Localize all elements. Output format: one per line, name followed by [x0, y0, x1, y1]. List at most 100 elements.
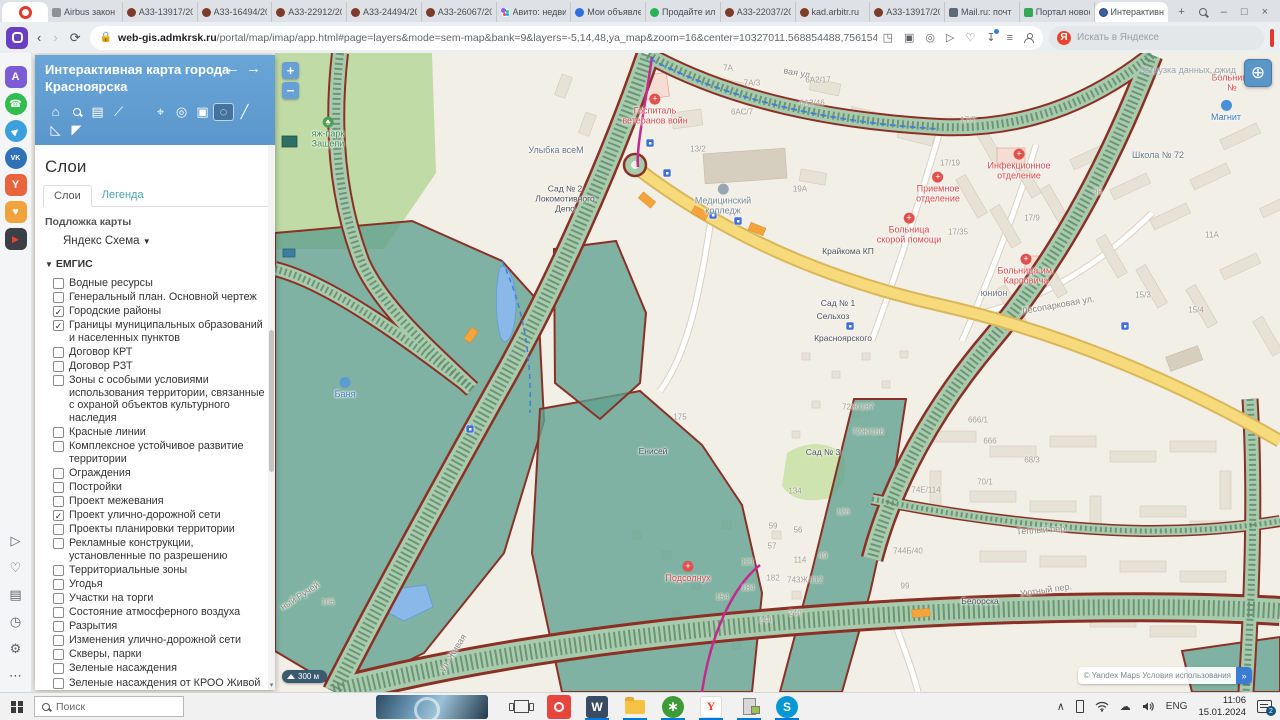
- taskbar-opera[interactable]: [540, 693, 578, 720]
- home-icon[interactable]: ⌂: [45, 103, 66, 121]
- onedrive-cloud-icon[interactable]: ☁: [1120, 700, 1131, 713]
- layer-row[interactable]: Состояние атмосферного воздуха: [43, 606, 271, 619]
- play-circle-icon[interactable]: ▷: [5, 530, 27, 552]
- task-view-button[interactable]: [502, 693, 540, 720]
- panel-scrollbar[interactable]: ▾: [268, 145, 275, 690]
- taskbar-skype[interactable]: S: [768, 693, 806, 720]
- url-field[interactable]: 🔒 web-gis.admkrsk.ru/portal/map/imap/app…: [90, 26, 1043, 50]
- layer-checkbox[interactable]: [53, 678, 64, 689]
- layer-row[interactable]: Проект межевания: [43, 495, 271, 508]
- aria-icon[interactable]: A: [5, 66, 27, 88]
- layer-row[interactable]: Проекты планировки территории: [43, 523, 271, 536]
- browser-tab[interactable]: А33-16494/20: [198, 2, 273, 22]
- layer-checkbox[interactable]: ✓: [53, 320, 64, 331]
- attribution-more-button[interactable]: »: [1236, 667, 1252, 684]
- flow-icon[interactable]: ▷: [946, 31, 954, 44]
- yandex-icon[interactable]: Y: [5, 174, 27, 196]
- profile-icon[interactable]: [1024, 33, 1033, 42]
- layer-row[interactable]: Разрытия: [43, 620, 271, 633]
- layer-checkbox[interactable]: [53, 278, 64, 289]
- close-button[interactable]: ×: [1262, 6, 1268, 18]
- tray-expand-icon[interactable]: ∧: [1057, 700, 1065, 713]
- browser-tab[interactable]: А33-22037/20: [721, 2, 796, 22]
- start-button[interactable]: [0, 693, 34, 720]
- flag-icon[interactable]: ◤: [66, 121, 87, 139]
- telegram-icon[interactable]: ▶: [5, 120, 27, 142]
- history-icon[interactable]: ◷: [5, 611, 27, 633]
- layer-row[interactable]: Ограждения: [43, 467, 271, 480]
- whatsapp-icon[interactable]: ☎: [5, 93, 27, 115]
- browser-tab[interactable]: Мои объявле: [571, 2, 646, 22]
- tools-icon[interactable]: ⟋: [108, 103, 129, 121]
- search-icon[interactable]: [66, 103, 87, 121]
- layer-row[interactable]: Участки на торги: [43, 592, 271, 605]
- layer-checkbox[interactable]: [53, 427, 64, 438]
- back-button[interactable]: ‹: [34, 30, 44, 45]
- notification-center-icon[interactable]: 2: [1257, 700, 1272, 713]
- layer-checkbox[interactable]: [53, 361, 64, 372]
- taskbar-green-app[interactable]: ∗: [654, 693, 692, 720]
- opera-menu-button[interactable]: [2, 2, 48, 22]
- layer-checkbox[interactable]: ✓: [53, 306, 64, 317]
- browser-tab[interactable]: А33-24494/20: [347, 2, 422, 22]
- more-icon[interactable]: ⋯: [5, 665, 27, 687]
- taskbar-search-box[interactable]: Поиск: [34, 696, 184, 717]
- browser-tab[interactable]: Портал новос: [1020, 2, 1095, 22]
- layer-checkbox[interactable]: [53, 579, 64, 590]
- language-indicator[interactable]: ENG: [1166, 701, 1188, 712]
- maximize-button[interactable]: □: [1241, 6, 1248, 18]
- wifi-icon[interactable]: [1095, 701, 1109, 712]
- layer-checkbox[interactable]: [53, 441, 64, 452]
- favorite-icon[interactable]: ♡: [965, 31, 975, 44]
- measure-icon[interactable]: ╱: [234, 103, 255, 121]
- minimize-button[interactable]: –: [1221, 6, 1227, 18]
- layer-row[interactable]: Территориальные зоны: [43, 564, 271, 577]
- map-canvas[interactable]: +Госпиталь ветеранов войн+Инфекционное о…: [32, 53, 1280, 692]
- panel-forward-arrow[interactable]: →: [246, 60, 267, 77]
- layer-row[interactable]: Договор КРТ: [43, 346, 271, 359]
- layer-row[interactable]: Угодья: [43, 578, 271, 591]
- favorites-icon[interactable]: ♡: [5, 557, 27, 579]
- scrollbar-thumb[interactable]: [269, 330, 274, 472]
- layer-checkbox[interactable]: [53, 292, 64, 303]
- layer-row[interactable]: ✓Границы муниципальных образований и нас…: [43, 319, 271, 344]
- player-icon[interactable]: ▶: [5, 228, 27, 250]
- group-emgis-toggle[interactable]: ▼ЕМГИС: [45, 258, 271, 270]
- taskbar-yandex-browser[interactable]: Y: [692, 693, 730, 720]
- settings-icon[interactable]: ⚙: [5, 638, 27, 660]
- scroll-down-icon[interactable]: ▾: [268, 681, 275, 689]
- layer-checkbox[interactable]: [53, 649, 64, 660]
- browser-tab[interactable]: Продайте ил: [646, 2, 721, 22]
- forward-button[interactable]: ›: [50, 30, 60, 45]
- taskbar-1c[interactable]: [730, 693, 768, 720]
- device-icon[interactable]: [1076, 700, 1084, 713]
- browser-tab[interactable]: Airbus закон: [48, 2, 123, 22]
- layer-checkbox[interactable]: [53, 565, 64, 576]
- yandex-search-box[interactable]: Я Искать в Яндексе: [1049, 26, 1264, 50]
- layers-icon[interactable]: ▤: [87, 103, 108, 121]
- new-tab-button[interactable]: +: [1178, 6, 1184, 18]
- layer-checkbox[interactable]: [53, 524, 64, 535]
- browser-tab[interactable]: Mail.ru: почт: [945, 2, 1020, 22]
- bookmarks-icon[interactable]: ♥: [5, 201, 27, 223]
- pin-icon[interactable]: ⌖: [150, 103, 171, 121]
- browser-tab[interactable]: Авито: недви: [497, 2, 572, 22]
- cards-icon[interactable]: ▤: [5, 584, 27, 606]
- zoom-out-button[interactable]: −: [282, 82, 299, 99]
- taskbar-word[interactable]: W: [578, 693, 616, 720]
- layer-row[interactable]: Комплексное устойчивое развитие территор…: [43, 440, 271, 465]
- taskbar-explorer[interactable]: [616, 693, 654, 720]
- download-icon[interactable]: ↧: [986, 31, 995, 44]
- layer-row[interactable]: ✓Городские районы: [43, 305, 271, 318]
- panel-back-arrow[interactable]: ←: [225, 60, 246, 77]
- layer-row[interactable]: Генеральный план. Основной чертеж: [43, 291, 271, 304]
- layer-checkbox[interactable]: [53, 468, 64, 479]
- layer-checkbox[interactable]: [53, 621, 64, 632]
- layer-row[interactable]: Красные линии: [43, 426, 271, 439]
- zoom-in-button[interactable]: +: [282, 62, 299, 79]
- set-square-icon[interactable]: ◺: [45, 121, 66, 139]
- browser-tab[interactable]: А33-13917/20: [870, 2, 945, 22]
- layer-checkbox[interactable]: [53, 347, 64, 358]
- browser-tab[interactable]: А33-26067/20: [422, 2, 497, 22]
- vk-icon[interactable]: VK: [5, 147, 27, 169]
